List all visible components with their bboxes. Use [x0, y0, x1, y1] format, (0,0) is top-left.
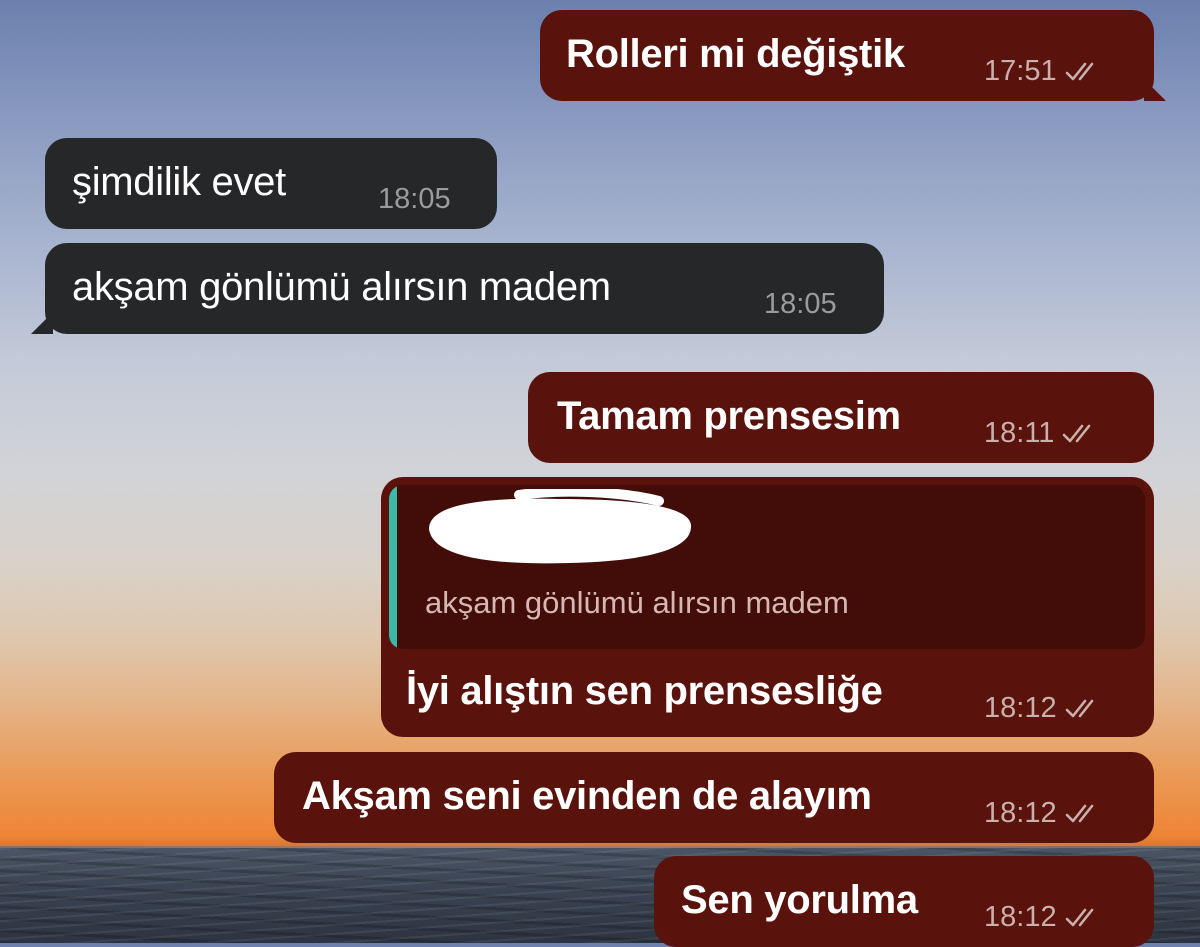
double-check-icon — [1065, 699, 1093, 718]
message-text: Tamam prensesim — [557, 394, 901, 438]
double-check-icon — [1063, 424, 1091, 443]
message-meta: 18:12 — [984, 797, 1105, 829]
message-bubble-incoming[interactable]: şimdilik evet 18:05 — [45, 138, 497, 229]
message-text: Sen yorulma — [681, 878, 918, 922]
message-meta: 18:05 — [764, 288, 837, 320]
reply-accent-bar — [389, 485, 397, 649]
message-text: akşam gönlümü alırsın madem — [72, 265, 611, 309]
message-time: 18:12 — [984, 692, 1057, 724]
bubble-tail — [1144, 79, 1166, 101]
message-bubble-incoming[interactable]: akşam gönlümü alırsın madem 18:05 — [31, 243, 884, 334]
double-check-icon — [1065, 804, 1093, 823]
message-bubble-outgoing[interactable]: Rolleri mi değiştik 17:51 — [540, 10, 1166, 101]
reply-quote[interactable]: akşam gönlümü alırsın madem — [389, 485, 1145, 649]
message-text: şimdilik evet — [72, 160, 286, 204]
message-time: 18:12 — [984, 797, 1057, 829]
message-text: İyi alıştın sen prensesliğe — [406, 669, 883, 713]
message-text: Rolleri mi değiştik — [566, 32, 905, 76]
redaction-scribble — [429, 489, 692, 564]
message-bubble-outgoing[interactable]: Akşam seni evinden de alayım 18:12 — [274, 752, 1154, 843]
reply-quote-text: akşam gönlümü alırsın madem — [425, 585, 849, 620]
message-bubble-outgoing[interactable]: Sen yorulma 18:12 — [654, 856, 1154, 947]
message-meta: 18:12 — [984, 901, 1105, 933]
bubble-tail — [31, 312, 53, 334]
double-check-icon — [1065, 62, 1093, 81]
message-bubble-outgoing-reply[interactable]: akşam gönlümü alırsın madem İyi alıştın … — [381, 477, 1154, 737]
message-meta: 17:51 — [984, 55, 1105, 87]
double-check-icon — [1065, 908, 1093, 927]
message-text: Akşam seni evinden de alayım — [302, 774, 872, 818]
message-meta: 18:12 — [984, 692, 1105, 724]
message-time: 18:11 — [984, 417, 1055, 449]
message-time: 17:51 — [984, 55, 1057, 87]
message-meta: 18:05 — [378, 183, 451, 215]
message-time: 18:05 — [378, 183, 451, 215]
message-meta: 18:11 — [984, 417, 1102, 449]
message-time: 18:05 — [764, 288, 837, 320]
message-time: 18:12 — [984, 901, 1057, 933]
message-bubble-outgoing[interactable]: Tamam prensesim 18:11 — [528, 372, 1154, 463]
